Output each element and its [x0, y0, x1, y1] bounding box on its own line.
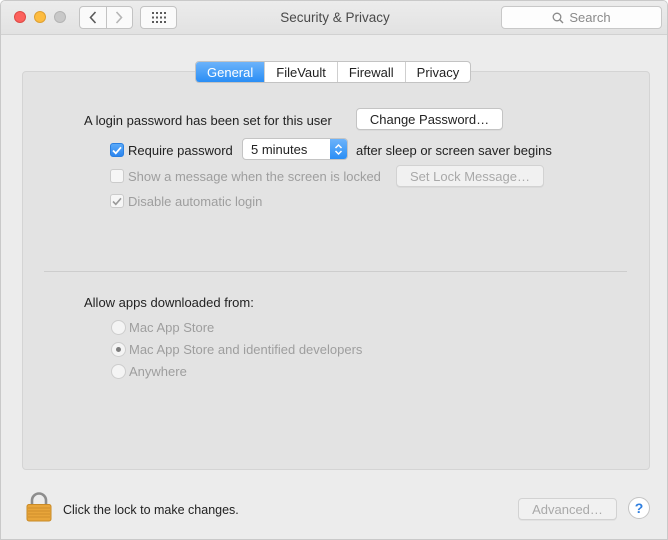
require-password-label: Require password [128, 143, 233, 158]
disable-auto-login-checkbox[interactable] [110, 194, 124, 208]
search-field[interactable]: Search [501, 6, 662, 29]
advanced-button[interactable]: Advanced… [518, 498, 617, 520]
search-placeholder: Search [569, 10, 611, 25]
radio-mac-app-store[interactable] [111, 320, 126, 335]
disable-auto-login-label: Disable automatic login [128, 194, 263, 209]
tab-general[interactable]: General [196, 62, 265, 82]
radio-selected-dot [116, 347, 121, 352]
checkmark-icon [112, 197, 122, 205]
tab-filevault[interactable]: FileVault [264, 62, 337, 82]
require-password-delay-value: 5 minutes [251, 141, 308, 157]
radio-anywhere-label: Anywhere [129, 364, 187, 379]
lock-icon[interactable] [25, 492, 53, 522]
login-password-text: A login password has been set for this u… [84, 113, 332, 128]
lock-hint-text: Click the lock to make changes. [63, 503, 239, 517]
radio-mac-app-store-label: Mac App Store [129, 320, 215, 335]
radio-identified-developers[interactable] [111, 342, 126, 357]
allow-apps-heading: Allow apps downloaded from: [84, 295, 254, 310]
require-password-suffix: after sleep or screen saver begins [356, 143, 552, 158]
radio-anywhere[interactable] [111, 364, 126, 379]
up-down-arrows-icon [330, 139, 347, 159]
change-password-button[interactable]: Change Password… [356, 108, 503, 130]
show-message-label: Show a message when the screen is locked [128, 169, 381, 184]
require-password-checkbox[interactable] [110, 143, 124, 157]
search-icon [552, 12, 564, 23]
show-message-checkbox[interactable] [110, 169, 124, 183]
tab-privacy[interactable]: Privacy [404, 62, 471, 82]
radio-identified-developers-label: Mac App Store and identified developers [129, 342, 363, 357]
require-password-delay-select[interactable]: 5 minutes [242, 138, 348, 160]
security-privacy-window: Security & Privacy Search General FileVa… [0, 0, 668, 540]
tab-bar: General FileVault Firewall Privacy [195, 61, 472, 83]
set-lock-message-button[interactable]: Set Lock Message… [396, 165, 544, 187]
tab-firewall[interactable]: Firewall [336, 62, 405, 82]
help-button[interactable]: ? [628, 497, 650, 519]
checkmark-icon [112, 146, 122, 155]
title-bar: Security & Privacy Search [1, 1, 667, 35]
section-divider [44, 271, 627, 272]
